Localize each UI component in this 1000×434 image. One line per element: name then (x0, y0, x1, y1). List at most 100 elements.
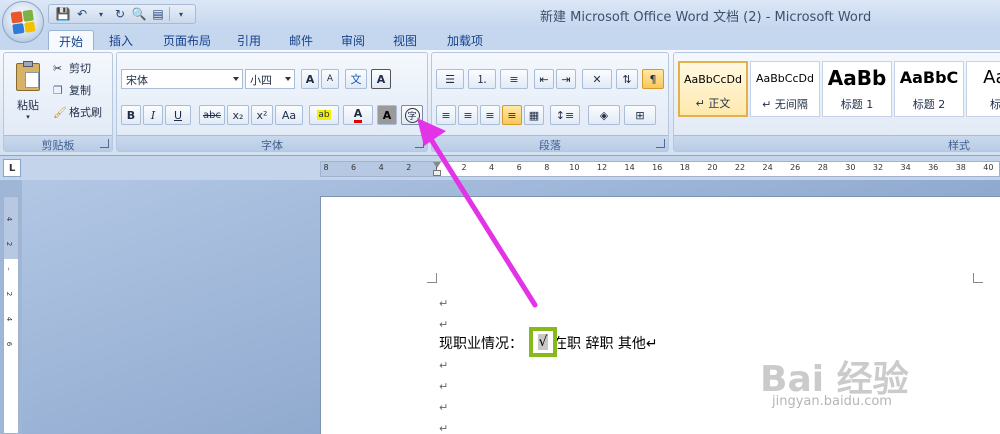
numbering-button[interactable]: ⒈ (468, 69, 496, 89)
strikethrough-button[interactable]: abc (199, 105, 225, 125)
ruler-tick-label: 38 (955, 163, 966, 172)
vruler-tick-label: 2 (5, 291, 14, 297)
clipboard-launcher-icon[interactable] (100, 139, 109, 148)
change-case-button[interactable]: Aa (275, 105, 303, 125)
tab-home[interactable]: 开始 (48, 30, 94, 50)
justify-button[interactable]: ≡ (502, 105, 522, 125)
margin-corner-left (427, 273, 437, 283)
line-spacing-button[interactable]: ↕≡ (550, 105, 580, 125)
print-preview-icon[interactable]: 🔍 (131, 6, 147, 22)
title-bar: 💾 ↶ ▾ ↻ 🔍 ▤ ▾ 新建 Microsoft Office Word 文… (0, 0, 1000, 28)
tab-view[interactable]: 视图 (384, 30, 426, 50)
increase-indent-button[interactable]: ⇥ (556, 69, 576, 89)
tab-review[interactable]: 审阅 (332, 30, 374, 50)
align-right-button[interactable]: ≡ (480, 105, 500, 125)
save-icon[interactable]: 💾 (55, 6, 71, 22)
tab-selector-button[interactable]: L (3, 159, 21, 177)
vertical-ruler[interactable]: 4 2 – 2 4 6 (3, 196, 19, 434)
tab-insert[interactable]: 插入 (100, 30, 142, 50)
style-normal-name: ↵ 正文 (695, 97, 731, 110)
highlight-button[interactable]: ab (309, 105, 339, 125)
window-title: 新建 Microsoft Office Word 文档 (2) - Micros… (540, 10, 872, 25)
margin-corner-right (973, 273, 983, 283)
italic-button[interactable]: I (143, 105, 163, 125)
align-left-icon: ≡ (441, 108, 451, 122)
ruler-tick-label: 4 (489, 163, 495, 172)
vruler-tick-label: 6 (5, 341, 14, 347)
paste-button[interactable]: 粘贴 ▾ (8, 57, 48, 127)
document-icon[interactable]: ▤ (150, 6, 166, 22)
ruler-tick-label: 30 (845, 163, 856, 172)
asian-layout-button[interactable]: ✕ (582, 69, 612, 89)
ruler-tick-label: 6 (351, 163, 357, 172)
subscript-button[interactable]: x₂ (227, 105, 249, 125)
tab-references[interactable]: 引用 (228, 30, 270, 50)
customize-qat-icon[interactable]: ▾ (173, 6, 189, 22)
show-marks-button[interactable]: ¶ (642, 69, 664, 89)
bullets-button[interactable]: ☰ (436, 69, 464, 89)
undo-icon[interactable]: ↶ (74, 6, 90, 22)
distributed-icon: ▦ (528, 108, 540, 122)
qat-separator (169, 7, 170, 21)
line-rest-text: 在职 辞职 其他↵ (553, 336, 658, 352)
grow-font-icon: A (305, 72, 315, 86)
indent-marker-icon[interactable] (433, 162, 441, 168)
font-launcher-icon[interactable] (415, 139, 424, 148)
vruler-tick-label: – (4, 267, 13, 271)
bold-button[interactable]: B (121, 105, 141, 125)
multilevel-list-button[interactable]: ≡ (500, 69, 528, 89)
style-heading-2[interactable]: AaBbC 标题 2 (894, 61, 964, 117)
shading-button[interactable]: ◈ (588, 105, 620, 125)
decrease-indent-button[interactable]: ⇤ (534, 69, 554, 89)
style-heading-1-name: 标题 1 (840, 98, 874, 111)
font-group-label: 字体 (117, 135, 427, 152)
multilevel-list-icon: ≡ (509, 72, 519, 86)
dropdown-icon[interactable]: ▾ (93, 6, 109, 22)
horizontal-ruler[interactable]: 8 6 4 2 | 2 4 6 8 10 12 14 16 18 20 22 24 26 28 30 32 34 36 38 4… (320, 161, 1000, 177)
cut-button[interactable]: ✂ 剪切 (52, 59, 110, 77)
paragraph-mark: ↵ (439, 359, 449, 372)
sort-button[interactable]: ⇅ (616, 69, 638, 89)
style-title[interactable]: AaB 标题 (966, 61, 1000, 117)
checked-character-highlight[interactable]: √ (529, 327, 557, 357)
font-name-combo[interactable]: 宋体 (121, 69, 243, 89)
copy-button[interactable]: ❐ 复制 (52, 81, 110, 99)
ruler-tick-label: 2 (406, 163, 412, 172)
style-heading-1[interactable]: AaBb 标题 1 (822, 61, 892, 117)
paragraph-group-label: 段落 (432, 135, 668, 152)
align-left-button[interactable]: ≡ (436, 105, 456, 125)
styles-group: AaBbCcDd ↵ 正文 AaBbCcDd ↵ 无间隔 AaBb 标题 1 A… (673, 52, 1000, 152)
font-name-value: 宋体 (126, 74, 148, 87)
ruler-tick-label: 8 (544, 163, 550, 172)
char-border-button[interactable]: A (371, 69, 391, 89)
font-size-combo[interactable]: 小四 (245, 69, 295, 89)
style-title-sample: AaB (983, 67, 1000, 88)
tab-add-ins[interactable]: 加载项 (438, 30, 492, 50)
indent-marker-bottom-icon[interactable] (433, 170, 441, 176)
shrink-font-icon: A (326, 74, 334, 84)
superscript-button[interactable]: x² (251, 105, 273, 125)
paragraph-launcher-icon[interactable] (656, 139, 665, 148)
tab-page-layout[interactable]: 页面布局 (154, 30, 220, 50)
font-color-button[interactable]: A (343, 105, 373, 125)
enclose-characters-button[interactable]: 字 (401, 105, 423, 125)
style-normal[interactable]: AaBbCcDd ↵ 正文 (678, 61, 748, 117)
format-painter-label: 格式刷 (69, 106, 102, 119)
format-painter-button[interactable]: 🖌 格式刷 (52, 103, 110, 121)
cut-label: 剪切 (69, 62, 91, 75)
shrink-font-button[interactable]: A (321, 69, 339, 89)
redo-icon[interactable]: ↻ (112, 6, 128, 22)
office-button[interactable] (2, 1, 44, 43)
paragraph-group: ☰ ⒈ ≡ ⇤ ⇥ ✕ ⇅ ¶ ≡ ≡ ≡ ≡ ▦ ↕≡ ◈ ⊞ 段落 (431, 52, 669, 152)
underline-button[interactable]: U (165, 105, 191, 125)
style-no-spacing[interactable]: AaBbCcDd ↵ 无间隔 (750, 61, 820, 117)
grow-font-button[interactable]: A (301, 69, 319, 89)
tab-mailings[interactable]: 邮件 (280, 30, 322, 50)
distributed-button[interactable]: ▦ (524, 105, 544, 125)
phonetic-guide-button[interactable]: 文 (345, 69, 367, 89)
subscript-icon: x₂ (232, 108, 244, 122)
borders-button[interactable]: ⊞ (624, 105, 656, 125)
align-center-button[interactable]: ≡ (458, 105, 478, 125)
ruler-tick-label: 22 (734, 163, 746, 172)
char-shading-button[interactable]: A (377, 105, 397, 125)
